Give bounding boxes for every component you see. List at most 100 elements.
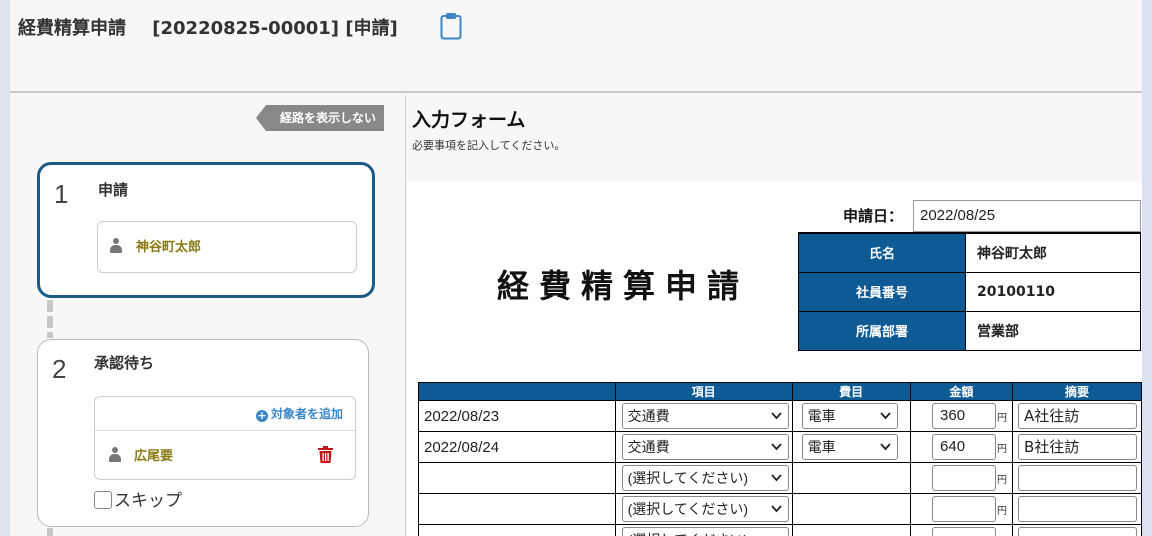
table-row: (選択してください) 円	[418, 462, 1142, 494]
category-cell	[791, 524, 911, 536]
memo-input[interactable]	[1018, 465, 1138, 491]
step-name: 申請	[98, 181, 129, 199]
date-cell[interactable]	[418, 462, 616, 494]
step-connector	[47, 528, 53, 536]
amount-input[interactable]: 640	[932, 434, 997, 460]
form-title: 入力フォーム	[412, 109, 526, 131]
info-label: 社員番号	[798, 271, 966, 312]
info-label: 氏名	[798, 232, 966, 273]
amount-cell: 360 円	[909, 400, 1014, 432]
document-number: [20220825-00001]	[152, 18, 340, 39]
item-value: 交通費	[627, 439, 670, 455]
chevron-down-icon	[770, 474, 782, 482]
column-header-amount: 金額	[909, 382, 1014, 401]
category-value: 電車	[807, 439, 836, 455]
column-header-date	[418, 382, 616, 401]
memo-input[interactable]	[1018, 496, 1138, 522]
info-row: 社員番号 20100110	[798, 271, 1141, 312]
add-target-link[interactable]: + 対象者を追加	[255, 405, 343, 422]
step-number: 2	[52, 354, 67, 384]
category-cell: 電車	[791, 431, 911, 463]
person-icon	[109, 447, 121, 462]
application-date-label: 申請日：	[843, 207, 904, 225]
amount-input[interactable]	[932, 465, 997, 491]
chevron-down-icon	[770, 505, 782, 513]
divider	[95, 430, 355, 431]
item-select[interactable]: (選択してください)	[621, 496, 789, 522]
date-cell[interactable]: 2022/08/24	[418, 431, 616, 463]
applicant-info-table: 氏名 神谷町太郎 社員番号 20100110 所属部署 営業部	[798, 232, 1141, 351]
person-icon	[110, 238, 122, 253]
item-value: 交通費	[627, 408, 670, 424]
memo-input[interactable]: A社往訪	[1018, 403, 1138, 429]
assignee-card: 神谷町太郎	[97, 221, 357, 273]
amount-cell: 円	[909, 462, 1014, 494]
add-target-label: 対象者を追加	[270, 407, 343, 421]
date-cell[interactable]: 2022/08/23	[418, 400, 616, 432]
item-value: (選択してください)	[627, 470, 749, 486]
item-cell: 交通費	[614, 431, 793, 463]
memo-input[interactable]: B社往訪	[1018, 434, 1138, 460]
amount-input[interactable]	[932, 527, 997, 536]
plus-circle-icon: +	[255, 409, 268, 422]
step-number: 1	[54, 179, 69, 209]
form-subtitle: 必要事項を記入してください。	[412, 139, 566, 152]
table-row: (選択してください) 円	[418, 524, 1142, 536]
amount-cell: 円	[909, 524, 1014, 536]
category-cell	[791, 493, 911, 525]
trash-icon[interactable]	[318, 446, 333, 463]
category-select[interactable]: 電車	[801, 403, 898, 429]
memo-cell	[1012, 493, 1142, 525]
chevron-down-icon	[879, 412, 891, 420]
memo-cell	[1012, 462, 1142, 494]
yen-unit: 円	[997, 533, 1009, 536]
application-date-input[interactable]: 2022/08/25	[913, 200, 1141, 232]
item-cell: (選択してください)	[614, 493, 793, 525]
document-title: 経費精算申請	[497, 267, 750, 305]
category-value: 電車	[807, 408, 836, 424]
clipboard-icon[interactable]	[440, 12, 462, 40]
item-value: (選択してください)	[628, 532, 748, 536]
column-header-memo: 摘要	[1012, 382, 1142, 401]
form-sheet: 申請日： 2022/08/25 経費精算申請 氏名 神谷町太郎 社員番号 201…	[407, 181, 1142, 536]
checkbox-icon	[94, 491, 112, 509]
table-row: 2022/08/24 交通費 電車 640 円 B社往訪	[418, 431, 1142, 463]
amount-input[interactable]	[932, 496, 997, 522]
step-name: 承認待ち	[94, 354, 155, 372]
status-label: [申請]	[345, 18, 398, 39]
hide-route-button[interactable]: 経路を表示しない	[255, 105, 385, 131]
info-row: 氏名 神谷町太郎	[798, 232, 1141, 273]
column-header-item: 項目	[614, 382, 793, 401]
route-step-2[interactable]: 2 承認待ち + 対象者を追加 広尾要 スキップ	[37, 339, 369, 527]
amount-cell: 円	[909, 493, 1014, 525]
memo-cell: A社往訪	[1012, 400, 1142, 432]
yen-unit: 円	[997, 412, 1008, 424]
app-window: 経費精算申請 [20220825-00001] [申請] 経路を表示しない 1 …	[10, 0, 1142, 536]
item-select[interactable]: 交通費	[621, 434, 789, 460]
memo-input[interactable]	[1018, 527, 1138, 536]
date-cell[interactable]	[418, 524, 616, 536]
item-select[interactable]: (選択してください)	[621, 527, 789, 536]
yen-unit: 円	[997, 474, 1008, 486]
category-cell	[791, 462, 911, 494]
page-edge	[1142, 0, 1152, 536]
chevron-down-icon	[770, 412, 782, 420]
chevron-down-icon	[879, 443, 891, 451]
header-bar: 経費精算申請 [20220825-00001] [申請]	[10, 0, 1142, 93]
page-title: 経費精算申請 [20220825-00001] [申請]	[18, 14, 398, 40]
amount-input[interactable]: 360	[932, 403, 997, 429]
date-cell[interactable]	[418, 493, 616, 525]
info-value: 営業部	[965, 310, 1141, 351]
route-step-1[interactable]: 1 申請 神谷町太郎	[37, 162, 375, 298]
skip-checkbox[interactable]: スキップ	[94, 486, 182, 511]
info-value: 20100110	[965, 271, 1141, 312]
category-cell: 電車	[791, 400, 911, 432]
yen-unit: 円	[997, 443, 1008, 455]
item-value: (選択してください)	[627, 501, 749, 517]
assignee-name: 神谷町太郎	[136, 240, 202, 255]
category-select[interactable]: 電車	[801, 434, 898, 460]
item-select[interactable]: (選択してください)	[621, 465, 789, 491]
assignee-name: 広尾要	[134, 449, 174, 464]
item-cell: (選択してください)	[614, 524, 793, 536]
item-select[interactable]: 交通費	[621, 403, 789, 429]
